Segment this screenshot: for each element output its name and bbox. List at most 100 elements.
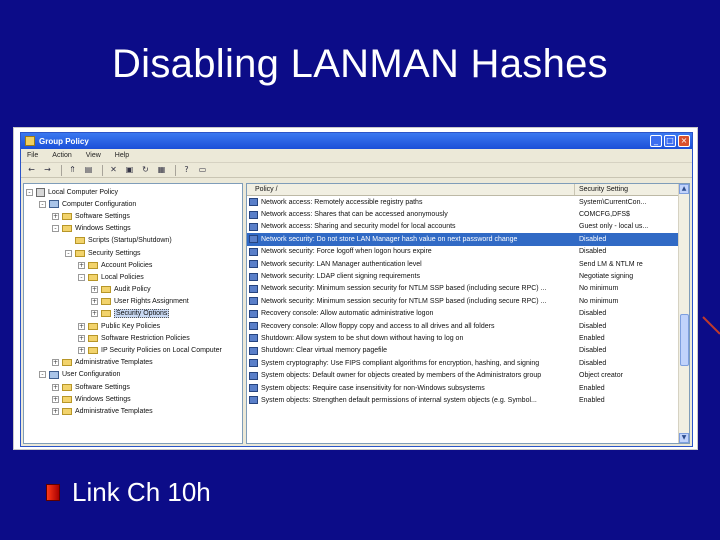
back-icon[interactable]: ←	[25, 164, 38, 176]
tree-node[interactable]: + Audit Policy	[24, 284, 242, 296]
table-row[interactable]: System cryptography: Use FIPS compliant …	[247, 357, 689, 369]
table-row[interactable]: Recovery console: Allow floppy copy and …	[247, 320, 689, 332]
policy-name: System cryptography: Use FIPS compliant …	[261, 359, 540, 367]
tree-node[interactable]: - Computer Configuration	[24, 198, 242, 210]
tree-node[interactable]: - Local Policies	[24, 271, 242, 283]
expand-icon[interactable]: +	[52, 359, 59, 367]
menu-view[interactable]: View	[86, 152, 101, 159]
expand-icon[interactable]: +	[78, 322, 85, 330]
collapse-icon[interactable]: -	[39, 200, 46, 208]
menu-help[interactable]: Help	[115, 152, 129, 159]
policy-name: System objects: Require case insensitivi…	[261, 384, 485, 392]
collapse-icon[interactable]: -	[26, 188, 33, 196]
tree-node[interactable]: + Administrative Templates	[24, 405, 242, 417]
table-row[interactable]: Shutdown: Clear virtual memory pagefile D…	[247, 345, 689, 357]
properties-icon[interactable]: ▣	[123, 164, 136, 176]
collapse-icon[interactable]: -	[52, 225, 59, 233]
scroll-thumb[interactable]	[680, 314, 689, 366]
policy-cell: Network security: Do not store LAN Manag…	[247, 233, 575, 245]
tree-node[interactable]: + Account Policies	[24, 259, 242, 271]
tree-node[interactable]: + User Rights Assignment	[24, 296, 242, 308]
column-header-security-setting[interactable]: Security Setting	[575, 184, 689, 195]
folder-icon	[88, 322, 98, 330]
table-row[interactable]: Network access: Sharing and security mod…	[247, 221, 689, 233]
policy-cell: Recovery console: Allow floppy copy and …	[247, 320, 575, 332]
menu-file[interactable]: File	[27, 152, 38, 159]
table-row[interactable]: Shutdown: Allow system to be shut down w…	[247, 332, 689, 344]
expand-icon[interactable]: +	[52, 407, 59, 415]
security-setting-value: Enabled	[579, 334, 605, 342]
tree-node[interactable]: + Software Restriction Policies	[24, 332, 242, 344]
security-setting-value: Disabled	[579, 235, 607, 243]
expand-icon[interactable]: +	[52, 383, 59, 391]
table-row[interactable]: Network access: Remotely accessible regi…	[247, 196, 689, 208]
close-icon[interactable]: ×	[678, 135, 690, 147]
tree-node[interactable]: Scripts (Startup/Shutdown)	[24, 235, 242, 247]
security-setting-value: No minimum	[579, 285, 619, 293]
table-row[interactable]: Recovery console: Allow automatic admini…	[247, 308, 689, 320]
expand-icon[interactable]: +	[78, 347, 85, 355]
expand-icon[interactable]: +	[91, 286, 98, 294]
policy-setting-icon	[249, 396, 258, 405]
table-row[interactable]: Network security: Do not store LAN Manag…	[247, 233, 689, 246]
up-folder-icon[interactable]: ⇑	[66, 164, 79, 176]
computer-icon	[49, 370, 59, 379]
expand-icon[interactable]: +	[78, 334, 85, 342]
table-row[interactable]: Network access: Shares that can be acces…	[247, 208, 689, 220]
folder-icon	[62, 225, 72, 233]
policy-setting-icon	[249, 210, 258, 219]
policy-name: System objects: Default owner for object…	[261, 372, 542, 380]
scroll-down-icon[interactable]: ▼	[679, 433, 689, 443]
column-header-policy[interactable]: Policy /	[247, 184, 575, 195]
expand-icon[interactable]: +	[78, 261, 85, 269]
tree-node-label: IP Security Policies on Local Computer	[101, 347, 222, 355]
bullet-text: Link Ch 10h	[72, 477, 211, 507]
tree-node-label: Security Options	[114, 309, 170, 319]
collapse-icon[interactable]: -	[65, 249, 72, 257]
maximize-icon[interactable]: □	[664, 135, 676, 147]
table-row[interactable]: Network security: LDAP client signing re…	[247, 270, 689, 282]
tree-node[interactable]: + Administrative Templates	[24, 357, 242, 369]
expand-icon[interactable]: +	[52, 395, 59, 403]
minimize-icon[interactable]: _	[650, 135, 662, 147]
tree-node[interactable]: + IP Security Policies on Local Computer	[24, 344, 242, 356]
policy-cell: Network security: LDAP client signing re…	[247, 270, 575, 282]
expand-icon[interactable]: +	[91, 298, 98, 306]
tree-node[interactable]: - Security Settings	[24, 247, 242, 259]
scroll-up-icon[interactable]: ▲	[679, 184, 689, 194]
title-bar[interactable]: Group Policy _ □ ×	[21, 133, 692, 149]
show-tree-icon[interactable]: ▤	[82, 164, 95, 176]
vertical-scrollbar[interactable]: ▲ ▼	[678, 184, 689, 443]
forward-icon[interactable]: →	[41, 164, 54, 176]
console-tree[interactable]: - Local Computer Policy - Computer Configur…	[23, 183, 243, 444]
table-row[interactable]: Network security: Minimum session securi…	[247, 283, 689, 295]
collapse-icon[interactable]: -	[39, 371, 46, 379]
tree-node[interactable]: + Windows Settings	[24, 393, 242, 405]
tree-node[interactable]: + Security Options	[24, 308, 242, 320]
menu-action[interactable]: Action	[52, 152, 71, 159]
delete-icon[interactable]: ✕	[107, 164, 120, 176]
tree-node[interactable]: - Local Computer Policy	[24, 186, 242, 198]
tree-node[interactable]: + Software Settings	[24, 381, 242, 393]
export-list-icon[interactable]: ▦	[155, 164, 168, 176]
table-row[interactable]: System objects: Default owner for object…	[247, 369, 689, 381]
tree-node[interactable]: + Software Settings	[24, 210, 242, 222]
policy-cell: Network access: Sharing and security mod…	[247, 221, 575, 233]
tree-node[interactable]: + Public Key Policies	[24, 320, 242, 332]
refresh-icon[interactable]: ↻	[139, 164, 152, 176]
table-row[interactable]: System objects: Strengthen default permi…	[247, 394, 689, 406]
tree-node[interactable]: - User Configuration	[24, 369, 242, 381]
folder-icon	[62, 407, 72, 415]
table-row[interactable]: Network security: Minimum session securi…	[247, 295, 689, 307]
collapse-icon[interactable]: -	[78, 273, 85, 281]
console-icon[interactable]: ▭	[196, 164, 209, 176]
tree-node[interactable]: - Windows Settings	[24, 223, 242, 235]
table-row[interactable]: System objects: Require case insensitivi…	[247, 382, 689, 394]
policy-icon	[36, 187, 45, 197]
expand-icon[interactable]: +	[91, 310, 98, 318]
security-setting-value: Enabled	[579, 396, 605, 404]
expand-icon[interactable]: +	[52, 212, 59, 220]
help-icon[interactable]: ?	[180, 164, 193, 176]
table-row[interactable]: Network security: Force logoff when logo…	[247, 246, 689, 258]
table-row[interactable]: Network security: LAN Manager authentica…	[247, 258, 689, 270]
